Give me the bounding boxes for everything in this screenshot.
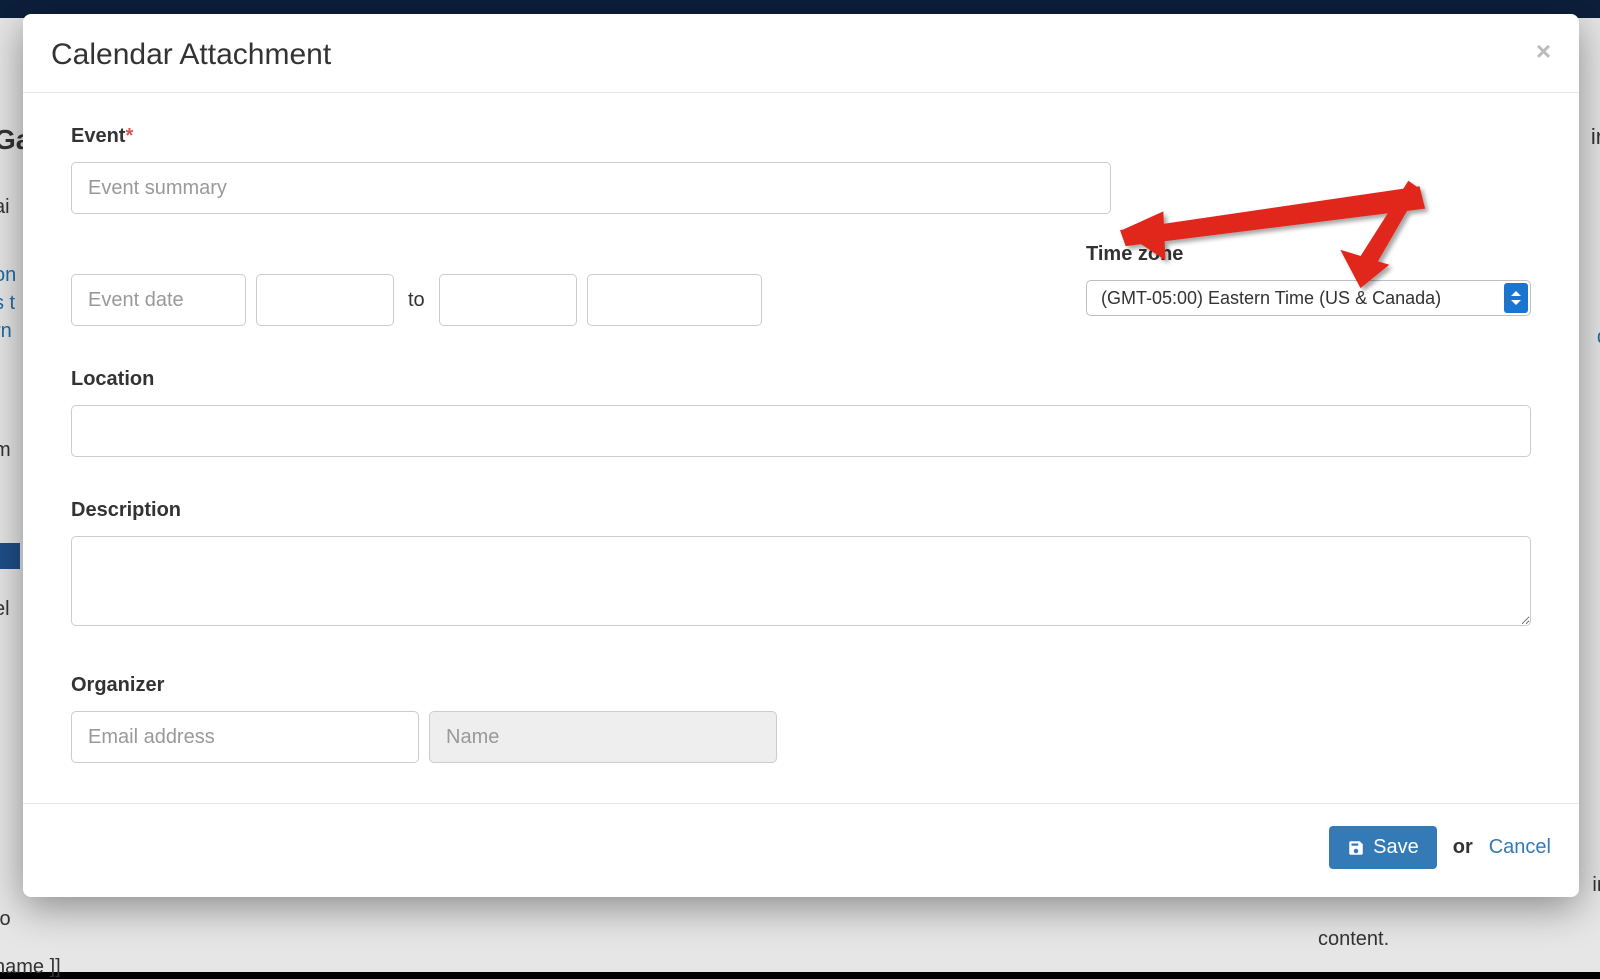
description-textarea[interactable]	[71, 536, 1531, 626]
cancel-link[interactable]: Cancel	[1489, 836, 1551, 859]
modal-title: Calendar Attachment	[51, 38, 331, 72]
timezone-block: Time zone (GMT-05:00) Eastern Time (US &…	[1086, 243, 1531, 316]
close-icon[interactable]: ×	[1536, 38, 1551, 64]
calendar-attachment-modal: Calendar Attachment × Event* to Time zon…	[23, 14, 1579, 897]
organizer-email-input[interactable]	[71, 711, 419, 763]
event-label: Event*	[71, 125, 1531, 148]
organizer-name-input[interactable]	[429, 711, 777, 763]
timezone-select[interactable]: (GMT-05:00) Eastern Time (US & Canada)	[1086, 280, 1531, 316]
location-label: Location	[71, 368, 1531, 391]
required-asterisk: *	[125, 125, 133, 147]
organizer-label: Organizer	[71, 674, 1531, 697]
event-end-date-input[interactable]	[439, 274, 577, 326]
location-section: Location	[71, 368, 1531, 457]
arrow-shaft-1	[1121, 187, 1425, 246]
modal-header: Calendar Attachment ×	[23, 14, 1579, 92]
event-end-time-input[interactable]	[587, 274, 762, 326]
description-label: Description	[71, 499, 1531, 522]
description-section: Description	[71, 499, 1531, 632]
save-button[interactable]: Save	[1329, 826, 1437, 869]
to-label: to	[404, 289, 429, 312]
modal-footer: Save or Cancel	[23, 803, 1579, 897]
or-text: or	[1453, 836, 1473, 859]
location-input[interactable]	[71, 405, 1531, 457]
event-summary-input[interactable]	[71, 162, 1111, 214]
event-start-date-input[interactable]	[71, 274, 246, 326]
save-icon	[1347, 839, 1365, 857]
event-start-time-input[interactable]	[256, 274, 394, 326]
timezone-select-wrap: (GMT-05:00) Eastern Time (US & Canada)	[1086, 280, 1531, 316]
timezone-label: Time zone	[1086, 243, 1531, 266]
organizer-section: Organizer	[71, 674, 1531, 763]
modal-body: Event* to Time zone (GMT-05:00) Eastern …	[23, 93, 1579, 803]
